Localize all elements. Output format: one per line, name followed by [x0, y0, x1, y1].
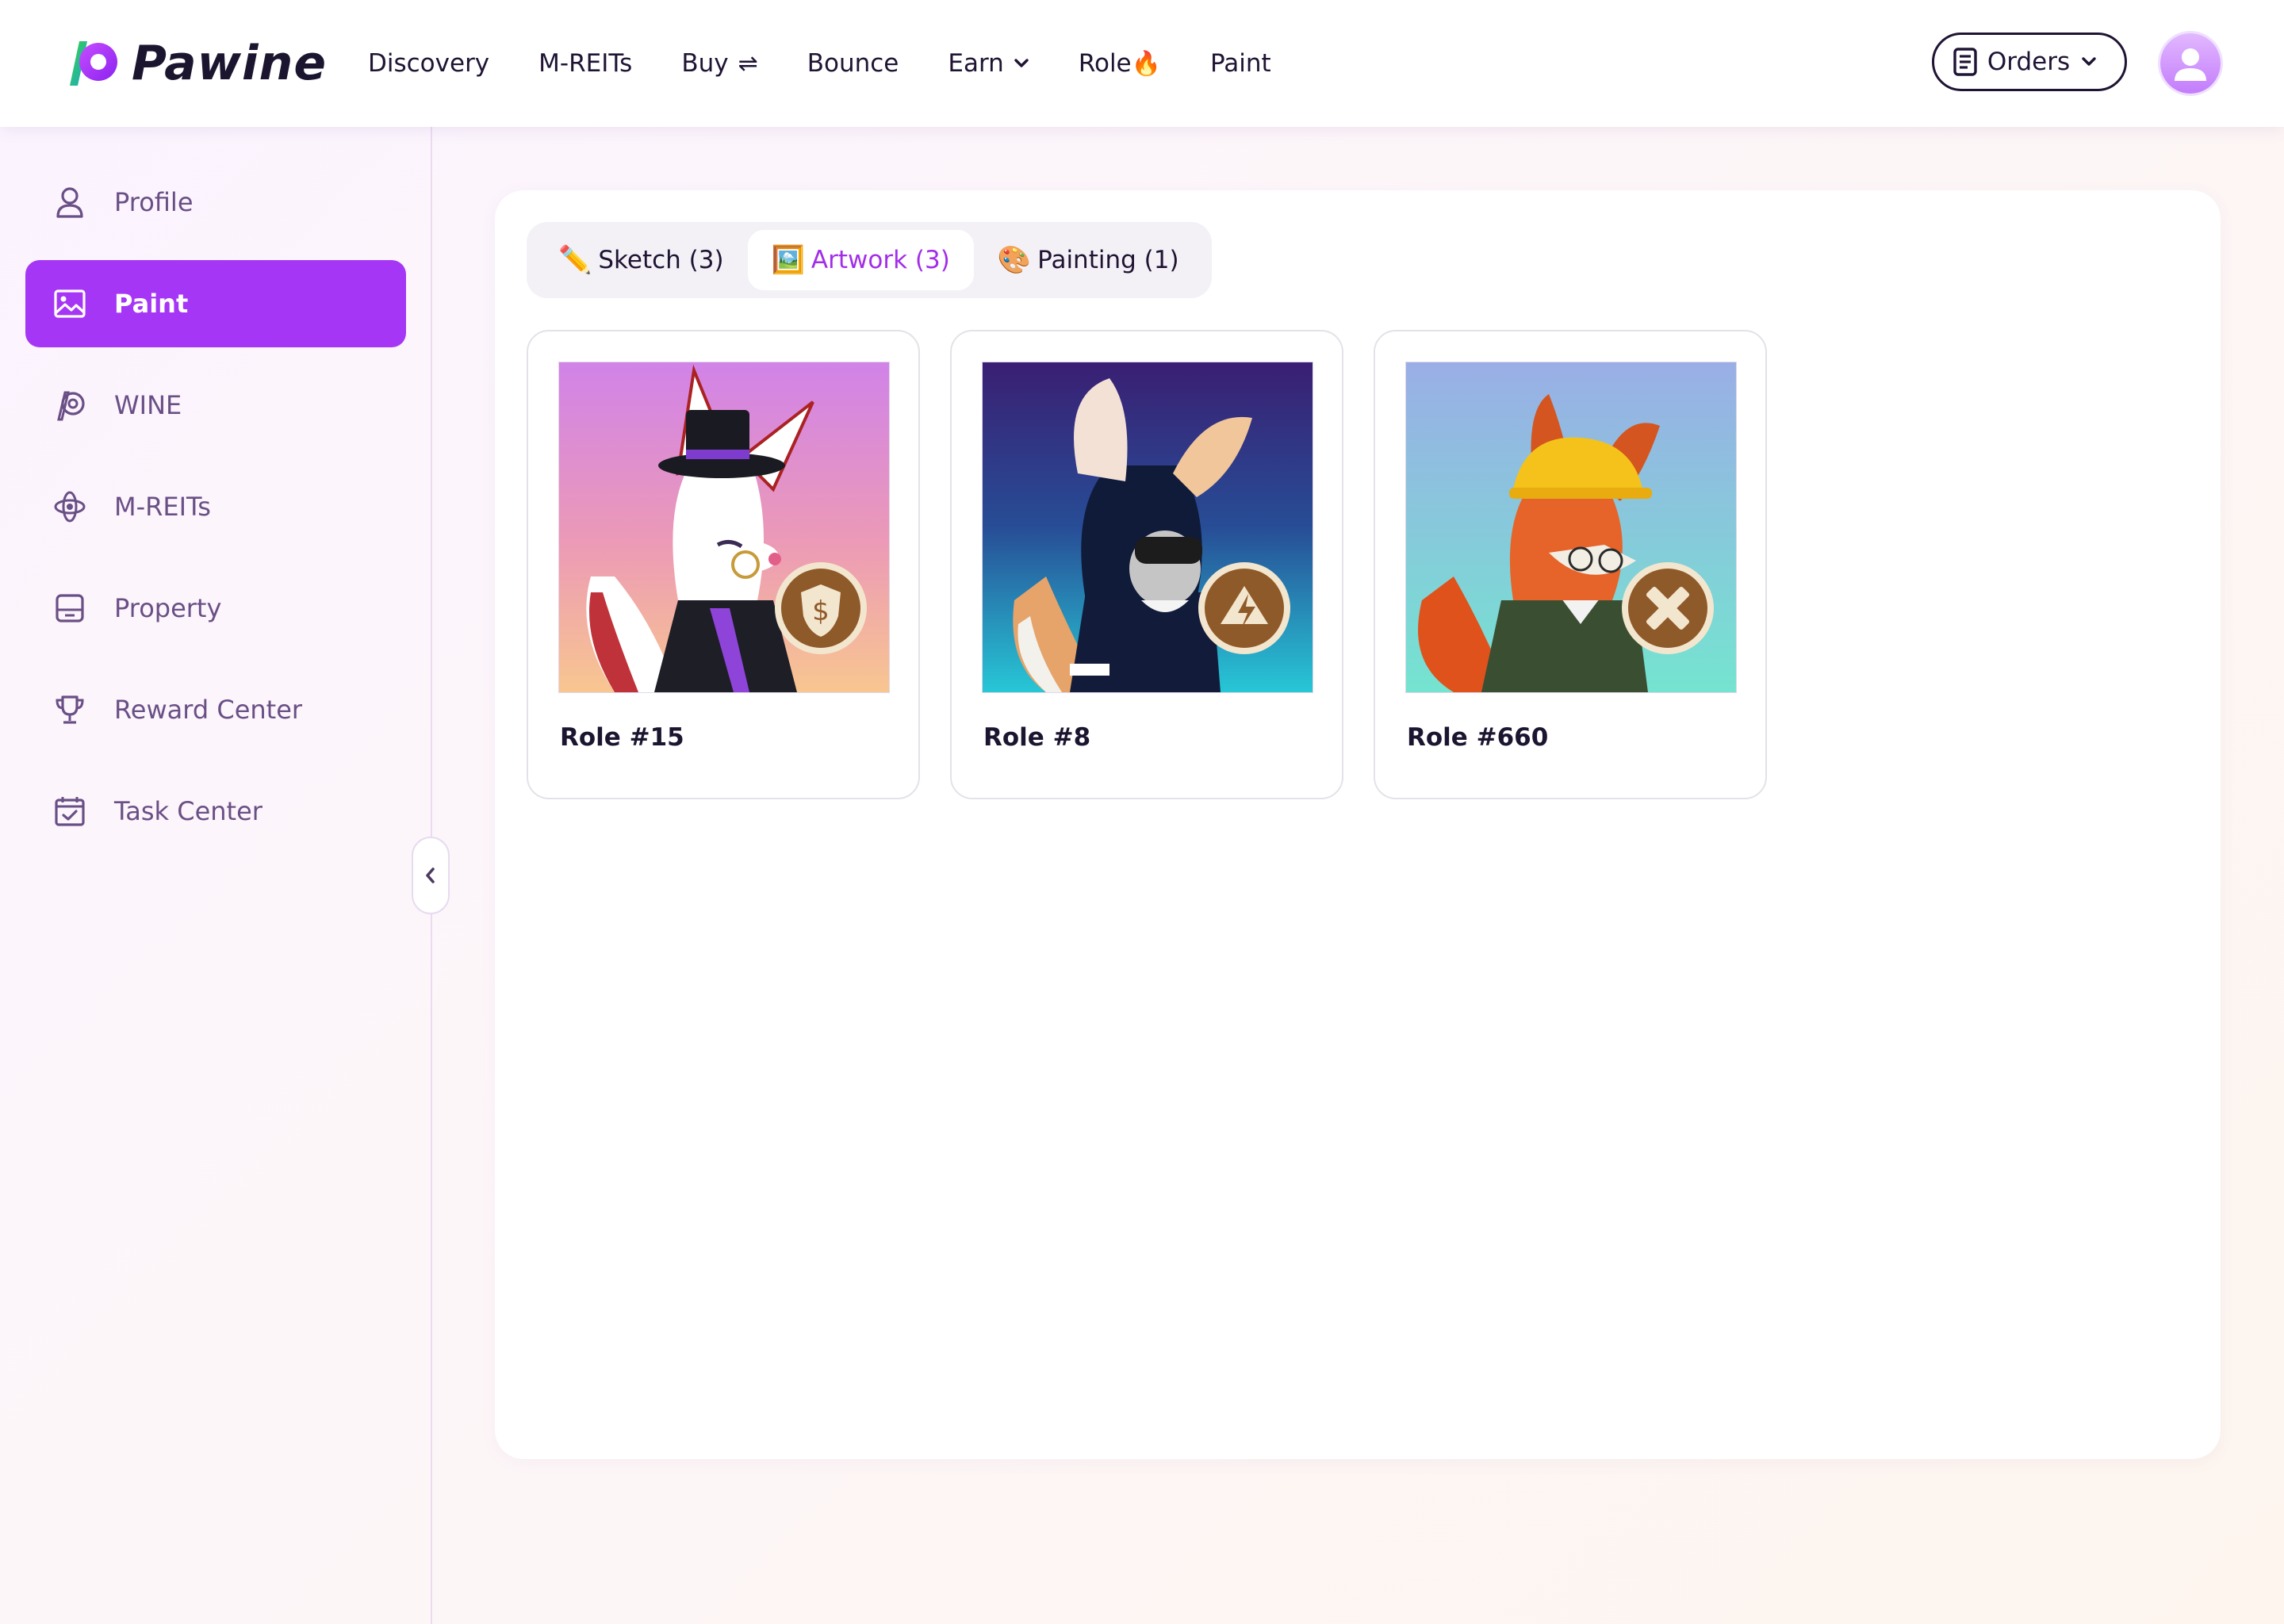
- nav-label: Discovery: [368, 49, 490, 78]
- svg-text:$: $: [812, 596, 830, 627]
- orders-label: Orders: [1987, 48, 2071, 76]
- wine-token-icon: [57, 391, 85, 421]
- tab-artwork[interactable]: 🖼️ Artwork (3): [747, 230, 974, 290]
- sidebar-item-label: Task Center: [114, 796, 263, 826]
- nav-bounce[interactable]: Bounce: [807, 49, 899, 78]
- category-tabs: ✏️ Sketch (3) 🖼️ Artwork (3) 🎨 Painting …: [527, 222, 1212, 298]
- nav-role[interactable]: Role 🔥: [1079, 49, 1161, 78]
- pawine-logo-icon: [70, 41, 117, 86]
- artwork-card[interactable]: $ Role #15: [527, 330, 920, 799]
- sidebar-item-label: Reward Center: [114, 695, 303, 725]
- calendar-check-icon: [55, 797, 85, 826]
- sidebar-item-label: Paint: [114, 289, 189, 319]
- archive-box-icon: [56, 594, 84, 622]
- sidebar-item-wine[interactable]: WINE: [25, 362, 406, 449]
- sidebar-item-m-reits[interactable]: M-REITs: [25, 463, 406, 550]
- chevron-left-icon: [426, 868, 435, 883]
- fire-icon: 🔥: [1131, 49, 1161, 78]
- chevron-down-icon: [2082, 57, 2096, 66]
- nav-label: Role: [1078, 49, 1132, 78]
- sidebar-collapse-button[interactable]: [412, 837, 450, 914]
- nav-buy[interactable]: Buy ⇌: [681, 49, 757, 78]
- nav-label: Bounce: [807, 49, 899, 78]
- tab-label: Painting (1): [1037, 246, 1179, 274]
- sidebar-item-paint[interactable]: Paint: [25, 260, 406, 347]
- pencil-icon: ✏️: [558, 244, 592, 276]
- sidebar-item-profile[interactable]: Profile: [25, 159, 406, 246]
- nav-discovery[interactable]: Discovery: [368, 49, 489, 78]
- red-fox-hard-hat-artwork: [1405, 362, 1737, 693]
- chevron-down-icon: [1014, 59, 1029, 67]
- orders-dropdown-button[interactable]: Orders: [1932, 33, 2127, 91]
- white-fox-top-hat-artwork: $: [558, 362, 890, 693]
- nav-m-reits[interactable]: M-REITs: [538, 49, 632, 78]
- palette-icon: 🎨: [997, 244, 1032, 276]
- sidebar-item-label: M-REITs: [114, 492, 211, 522]
- artwork-title: Role #15: [560, 723, 684, 752]
- artwork-card[interactable]: Role #8: [950, 330, 1343, 799]
- trophy-icon: [56, 695, 84, 724]
- avatar-person-icon: [2175, 48, 2206, 81]
- artwork-title: Role #660: [1407, 723, 1549, 752]
- brand-logo[interactable]: Pawine: [62, 32, 327, 95]
- user-icon: [56, 187, 83, 218]
- image-icon: [54, 289, 86, 318]
- artwork-title: Role #8: [983, 723, 1091, 752]
- document-icon: [1953, 48, 1977, 76]
- tab-label: Artwork (3): [811, 246, 950, 274]
- framed-picture-icon: 🖼️: [771, 244, 805, 276]
- user-avatar[interactable]: [2160, 33, 2221, 94]
- artwork-card[interactable]: Role #660: [1374, 330, 1767, 799]
- sidebar-item-property[interactable]: Property: [25, 565, 406, 652]
- brand-name: Pawine: [132, 36, 328, 91]
- nav-earn[interactable]: Earn: [948, 49, 1029, 78]
- nav-label: Earn: [948, 49, 1004, 78]
- tab-painting[interactable]: 🎨 Painting (1): [974, 230, 1203, 290]
- nav-label: Paint: [1210, 49, 1271, 78]
- nav-label: Buy: [681, 49, 729, 78]
- sidebar-item-label: WINE: [114, 390, 182, 420]
- sidebar-item-task-center[interactable]: Task Center: [25, 768, 406, 855]
- nav-paint[interactable]: Paint: [1210, 49, 1271, 78]
- swap-arrows-icon: ⇌: [738, 49, 758, 78]
- nav-label: M-REITs: [538, 49, 633, 78]
- tab-label: Sketch (3): [598, 246, 724, 274]
- sidebar-item-label: Profile: [114, 187, 194, 217]
- sidebar-item-label: Property: [114, 593, 222, 623]
- sidebar-item-reward-center[interactable]: Reward Center: [25, 666, 406, 753]
- content-panel: ✏️ Sketch (3) 🖼️ Artwork (3) 🎨 Painting …: [495, 190, 2221, 1459]
- sidebar: Profile Paint WINE M-REITs Property Rewa…: [0, 127, 432, 1624]
- orbit-icon: [54, 491, 86, 523]
- tab-sketch[interactable]: ✏️ Sketch (3): [535, 230, 748, 290]
- hooded-fox-goggles-artwork: [982, 362, 1313, 693]
- main-nav: Discovery M-REITs Buy ⇌ Bounce Earn Role 🔥…: [368, 0, 1320, 127]
- top-header: Pawine Discovery M-REITs Buy ⇌ Bounce Ear…: [0, 0, 2284, 127]
